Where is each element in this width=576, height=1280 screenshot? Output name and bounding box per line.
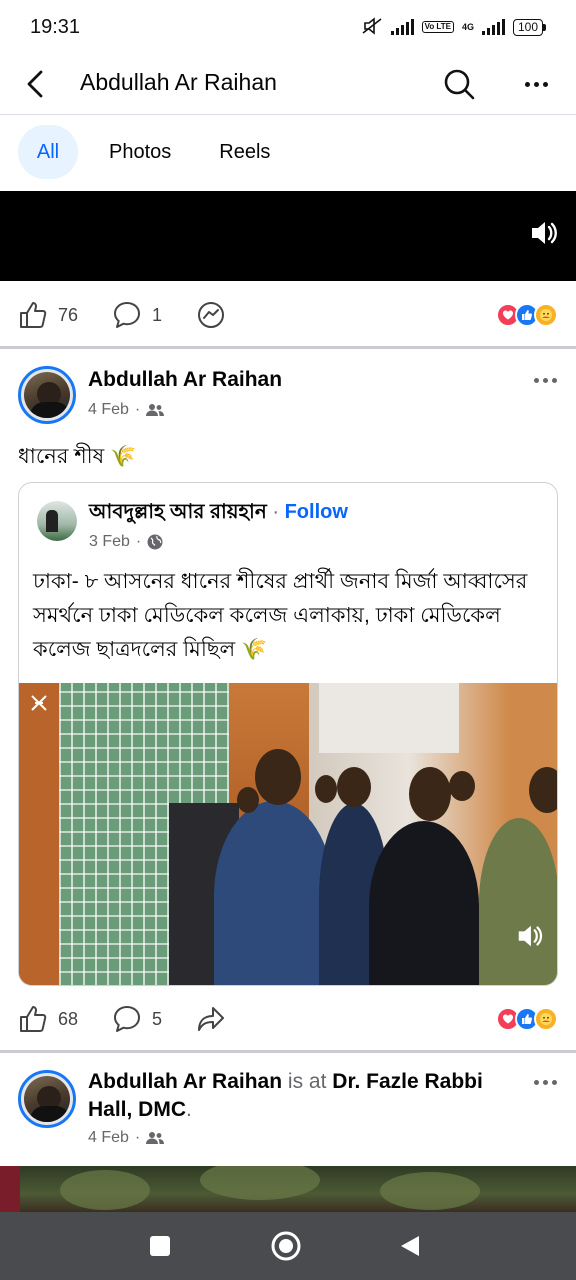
- reaction-summary[interactable]: [496, 1007, 558, 1031]
- comment-count: 1: [152, 304, 163, 325]
- rice-sheaf-emoji: 🌾: [241, 638, 268, 661]
- reaction-summary[interactable]: [496, 303, 558, 327]
- friends-icon: [146, 1132, 165, 1144]
- system-back-button[interactable]: [392, 1228, 428, 1264]
- battery-icon: 100: [512, 18, 546, 36]
- like-button[interactable]: 76: [18, 300, 78, 330]
- filter-tabs: All Photos Reels: [18, 124, 287, 180]
- tab-photos[interactable]: Photos: [92, 125, 188, 179]
- like-count: 76: [58, 304, 79, 325]
- rice-sheaf-emoji: 🌾: [110, 445, 137, 468]
- status-icons: Vo LTE 4G 100: [361, 16, 546, 38]
- search-button[interactable]: [442, 67, 476, 101]
- more-icon: [533, 1079, 539, 1085]
- like-icon: [20, 1006, 47, 1032]
- video-player[interactable]: [0, 191, 576, 281]
- messenger-icon: [198, 302, 224, 328]
- status-time: 19:31: [30, 15, 81, 38]
- comment-icon: [114, 1006, 140, 1032]
- shared-post-text: ঢাকা- ৮ আসনের ধানের শীষের প্রার্থী জনাব …: [33, 570, 528, 661]
- like-button[interactable]: 68: [18, 1004, 78, 1034]
- sound-icon[interactable]: [528, 217, 560, 249]
- shared-video[interactable]: [19, 683, 557, 985]
- back-arrow-icon: [27, 70, 43, 98]
- header: Abdullah Ar Raihan: [0, 54, 576, 114]
- page-title: Abdullah Ar Raihan: [80, 69, 277, 95]
- comment-button[interactable]: 1: [112, 300, 162, 330]
- share-button[interactable]: [196, 1004, 226, 1034]
- post-checkin-line: Abdullah Ar Raihan is at Dr. Fazle Rabbi…: [88, 1070, 483, 1121]
- shared-meta: 3 Feb ·: [89, 533, 163, 551]
- post-image[interactable]: [0, 1166, 576, 1212]
- signal-2-icon: [481, 19, 505, 35]
- mute-icon: [361, 16, 383, 38]
- recents-icon: [150, 1236, 170, 1256]
- system-nav-bar: [0, 1212, 576, 1280]
- comment-icon: [114, 302, 140, 328]
- post-separator: [0, 346, 576, 349]
- share-icon: [198, 1007, 224, 1031]
- more-button[interactable]: [518, 72, 554, 96]
- follow-button[interactable]: Follow: [285, 501, 348, 523]
- header-divider: [0, 114, 576, 115]
- post-options-button[interactable]: [530, 370, 560, 390]
- tab-reels[interactable]: Reels: [202, 125, 287, 179]
- post-author[interactable]: Abdullah Ar Raihan: [88, 1070, 282, 1093]
- post-date[interactable]: 4 Feb: [88, 1129, 129, 1147]
- video-sound-icon[interactable]: [515, 921, 545, 951]
- tab-all[interactable]: All: [18, 125, 78, 179]
- like-icon: [20, 302, 47, 328]
- video-post-actions: 76 1: [0, 290, 576, 340]
- care-reaction-icon: [534, 303, 558, 327]
- avatar[interactable]: [18, 366, 76, 424]
- messenger-share-button[interactable]: [196, 300, 226, 330]
- comment-count: 5: [152, 1008, 163, 1029]
- more-icon: [524, 81, 530, 87]
- shared-post-card[interactable]: আবদুল্লাহ আর রায়হান · Follow 3 Feb · ঢা…: [18, 482, 558, 986]
- status-bar: 19:31 Vo LTE 4G 100: [0, 0, 576, 54]
- back-button[interactable]: [20, 66, 50, 102]
- post-meta: 4 Feb ·: [88, 1129, 165, 1147]
- search-icon: [444, 69, 475, 100]
- video-badge-icon: [29, 693, 49, 713]
- like-count: 68: [58, 1008, 79, 1029]
- post-meta: 4 Feb ·: [88, 401, 165, 419]
- avatar[interactable]: [18, 1070, 76, 1128]
- post-text: ধানের শীষ 🌾: [18, 445, 137, 468]
- network-type: 4G: [461, 21, 474, 32]
- comment-button[interactable]: 5: [112, 1004, 162, 1034]
- home-button[interactable]: [268, 1228, 304, 1264]
- post-options-button[interactable]: [530, 1072, 560, 1092]
- post-actions: 68 5: [0, 994, 576, 1044]
- recents-button[interactable]: [142, 1228, 178, 1264]
- home-icon: [271, 1231, 301, 1261]
- shared-author[interactable]: আবদুল্লাহ আর রায়হান: [89, 501, 267, 523]
- shared-author-line: আবদুল্লাহ আর রায়হান · Follow: [89, 501, 348, 523]
- signal-icon: [390, 19, 414, 35]
- globe-icon: [147, 534, 163, 550]
- care-reaction-icon: [534, 1007, 558, 1031]
- post-author[interactable]: Abdullah Ar Raihan: [88, 368, 282, 392]
- post-separator: [0, 1050, 576, 1053]
- volte-icon: Vo LTE: [421, 21, 454, 33]
- friends-icon: [146, 404, 165, 416]
- shared-date[interactable]: 3 Feb: [89, 533, 130, 551]
- back-triangle-icon: [401, 1236, 419, 1256]
- post-date[interactable]: 4 Feb: [88, 401, 129, 419]
- more-icon: [533, 377, 539, 383]
- shared-avatar[interactable]: [37, 501, 77, 541]
